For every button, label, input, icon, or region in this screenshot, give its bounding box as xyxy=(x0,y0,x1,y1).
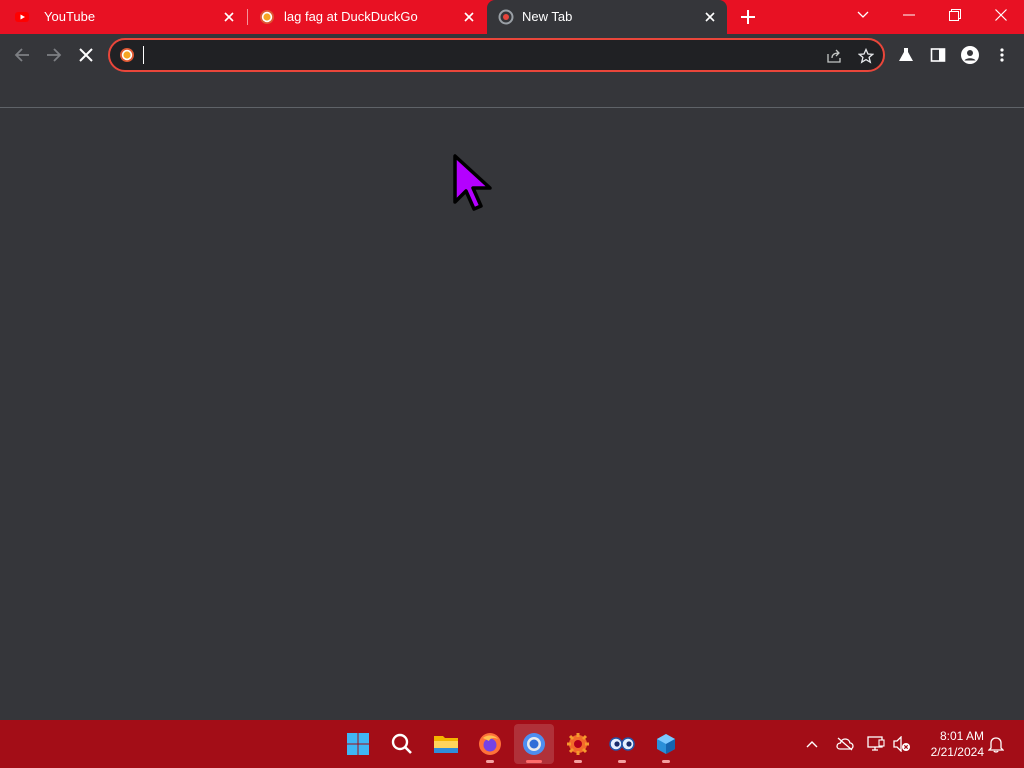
side-panel-button[interactable] xyxy=(924,41,952,69)
tab-search-button[interactable] xyxy=(840,0,886,30)
taskbar: 8:01 AM 2/21/2024 xyxy=(0,720,1024,768)
close-icon[interactable] xyxy=(701,8,719,26)
onedrive-status-button[interactable] xyxy=(835,734,855,754)
youtube-icon xyxy=(15,12,29,22)
tab-duckduckgo[interactable]: lag fag at DuckDuckGo xyxy=(248,0,486,34)
back-button[interactable] xyxy=(8,41,36,69)
close-window-button[interactable] xyxy=(978,0,1024,30)
file-explorer-button[interactable] xyxy=(426,724,466,764)
restore-button[interactable] xyxy=(932,0,978,30)
display-tray-button[interactable] xyxy=(866,734,886,754)
arrow-left-icon xyxy=(14,48,29,62)
bell-icon xyxy=(988,737,1004,753)
volume-muted-icon xyxy=(893,736,910,752)
duckduckgo-icon xyxy=(260,10,274,24)
running-indicator xyxy=(618,760,626,763)
chrome-newtab-icon xyxy=(498,9,514,25)
text-caret xyxy=(143,46,144,64)
forward-button[interactable] xyxy=(40,41,68,69)
labs-button[interactable] xyxy=(892,41,920,69)
arrow-right-icon xyxy=(47,48,62,62)
flask-icon xyxy=(899,48,913,61)
avatar-icon xyxy=(961,46,979,64)
star-icon[interactable] xyxy=(856,46,876,66)
page-content xyxy=(0,109,1024,720)
chevron-down-icon xyxy=(857,11,869,18)
settings-app-icon xyxy=(567,733,589,755)
running-indicator xyxy=(662,760,670,763)
share-icon[interactable] xyxy=(824,46,844,66)
chrome-icon xyxy=(523,733,545,755)
firefox-icon xyxy=(479,733,501,755)
close-icon xyxy=(995,9,1007,21)
chrome-button[interactable] xyxy=(514,724,554,764)
tab-new-tab[interactable]: New Tab xyxy=(487,0,727,34)
restore-icon xyxy=(949,9,961,21)
firefox-button[interactable] xyxy=(470,724,510,764)
notifications-button[interactable] xyxy=(986,734,1006,754)
tab-title: lag fag at DuckDuckGo xyxy=(284,10,418,24)
volume-button[interactable] xyxy=(892,734,912,754)
tab-title: New Tab xyxy=(522,10,573,24)
close-icon[interactable] xyxy=(460,8,478,26)
tab-youtube[interactable]: YouTube xyxy=(0,0,246,34)
chevron-up-icon xyxy=(806,741,818,748)
eyes-app-icon xyxy=(609,737,635,751)
system-clock[interactable]: 8:01 AM 2/21/2024 xyxy=(916,728,984,760)
minimize-icon xyxy=(903,14,915,16)
side-panel-icon xyxy=(930,48,946,62)
show-hidden-icons-button[interactable] xyxy=(802,734,822,754)
address-bar[interactable] xyxy=(108,38,885,72)
settings-app-button[interactable] xyxy=(558,724,598,764)
minimize-button[interactable] xyxy=(886,0,932,30)
address-input[interactable] xyxy=(142,45,802,65)
menu-button[interactable] xyxy=(988,41,1016,69)
tab-strip: YouTube lag fag at DuckDuckGo New Tab xyxy=(0,0,1024,34)
clock-date: 2/21/2024 xyxy=(930,745,984,759)
running-indicator xyxy=(574,760,582,763)
cube-app-button[interactable] xyxy=(646,724,686,764)
duckduckgo-icon xyxy=(120,48,134,62)
browser-toolbar xyxy=(0,34,1024,76)
profile-button[interactable] xyxy=(956,41,984,69)
windows-start-icon xyxy=(347,733,369,755)
taskbar-search-button[interactable] xyxy=(382,724,422,764)
eyes-app-button[interactable] xyxy=(602,724,642,764)
monitor-icon xyxy=(867,736,885,751)
bookmark-bar xyxy=(0,76,1024,108)
file-explorer-icon xyxy=(434,736,458,753)
new-tab-button[interactable] xyxy=(736,5,760,29)
kebab-menu-icon xyxy=(1000,48,1004,62)
cloud-off-icon xyxy=(836,737,854,751)
running-indicator xyxy=(486,760,494,763)
close-icon[interactable] xyxy=(220,8,238,26)
stop-loading-button[interactable] xyxy=(72,41,100,69)
running-indicator xyxy=(526,760,542,763)
close-icon xyxy=(79,48,93,62)
tab-title: YouTube xyxy=(44,10,96,24)
search-icon xyxy=(391,733,412,754)
cube-app-icon xyxy=(657,734,675,754)
plus-icon xyxy=(741,10,755,24)
start-button[interactable] xyxy=(338,724,378,764)
mouse-cursor-icon xyxy=(453,154,492,211)
clock-time: 8:01 AM xyxy=(939,729,984,743)
